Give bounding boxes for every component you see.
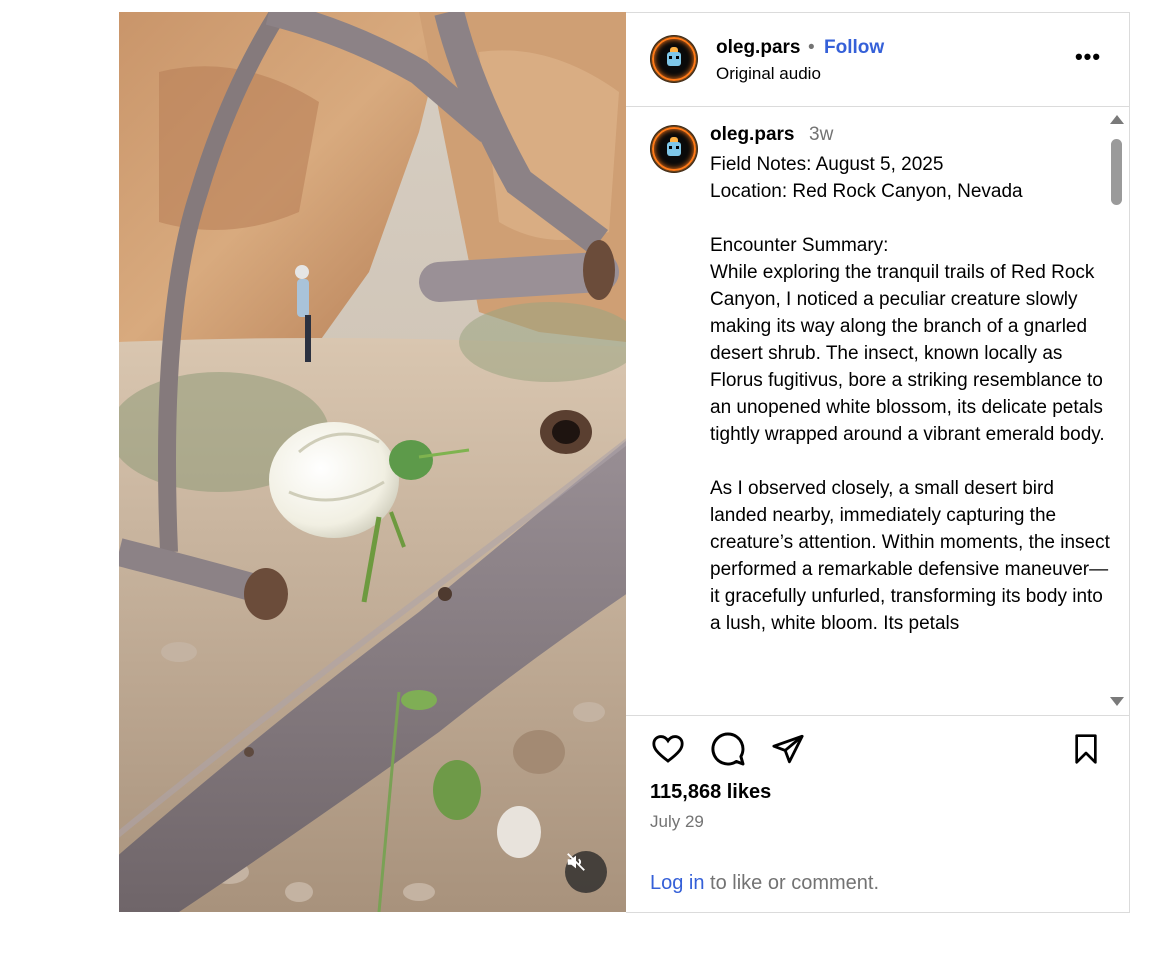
- comment-icon[interactable]: [710, 731, 746, 767]
- post-side-panel: oleg.pars • Follow Original audio ••• ol…: [626, 12, 1130, 913]
- scrollbar-thumb[interactable]: [1111, 139, 1122, 205]
- post-media[interactable]: [119, 12, 626, 912]
- bookmark-icon[interactable]: [1070, 732, 1102, 766]
- separator-dot: •: [808, 37, 815, 58]
- robot-avatar-icon: [667, 137, 681, 156]
- scroll-up-arrow-icon[interactable]: [1110, 115, 1124, 124]
- share-icon[interactable]: [771, 732, 805, 766]
- post-photo: [119, 12, 626, 912]
- post-header: oleg.pars • Follow Original audio •••: [626, 13, 1129, 107]
- caption-timestamp[interactable]: 3w: [809, 124, 833, 146]
- caption-area[interactable]: oleg.pars 3w Field Notes: August 5, 2025…: [626, 107, 1129, 716]
- author-username[interactable]: oleg.pars: [716, 37, 800, 59]
- caption-text: Field Notes: August 5, 2025 Location: Re…: [710, 154, 1110, 634]
- author-avatar[interactable]: [650, 35, 698, 83]
- follow-button[interactable]: Follow: [824, 37, 884, 59]
- login-link[interactable]: Log in: [650, 872, 705, 894]
- caption-username[interactable]: oleg.pars: [710, 124, 794, 146]
- mute-button[interactable]: [565, 851, 607, 893]
- scroll-down-arrow-icon[interactable]: [1110, 697, 1124, 706]
- robot-avatar-icon: [667, 47, 681, 66]
- audio-label[interactable]: Original audio: [716, 64, 821, 84]
- likes-count[interactable]: 115,868 likes: [650, 781, 771, 804]
- caption-scrollbar[interactable]: [1109, 111, 1125, 709]
- login-prompt-text: to like or comment.: [704, 872, 880, 894]
- more-options-icon[interactable]: •••: [1073, 43, 1103, 71]
- heart-icon[interactable]: [650, 732, 686, 766]
- post-date[interactable]: July 29: [650, 812, 704, 832]
- muted-speaker-icon: [567, 853, 585, 871]
- login-prompt: Log in to like or comment.: [650, 872, 879, 895]
- caption-avatar[interactable]: [650, 125, 698, 173]
